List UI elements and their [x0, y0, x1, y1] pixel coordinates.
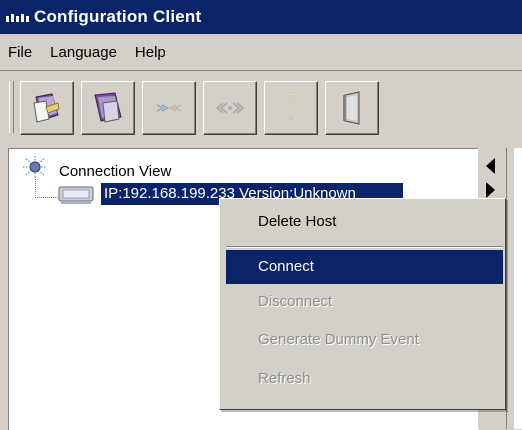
menu-separator — [226, 246, 503, 248]
disconnect-button[interactable] — [203, 81, 257, 135]
menu-help[interactable]: Help — [127, 44, 176, 61]
help-icon — [283, 92, 300, 121]
host-computer-icon — [58, 186, 94, 204]
remove-host-icon — [94, 92, 122, 123]
connect-icon — [156, 104, 182, 112]
connect-button[interactable] — [142, 81, 196, 135]
menu-file[interactable]: File — [0, 44, 42, 61]
menu-item-delete-host[interactable]: Delete Host — [226, 205, 503, 239]
menu-item-generate-dummy-event[interactable]: Generate Dummy Event — [226, 323, 503, 357]
exit-button[interactable] — [325, 81, 379, 135]
right-detail-panel — [514, 148, 522, 429]
menu-bar: File Language Help — [0, 34, 522, 71]
menu-language[interactable]: Language — [42, 44, 127, 61]
context-menu: Delete Host Connect Disconnect Generate … — [219, 198, 506, 410]
menu-item-refresh[interactable]: Refresh — [226, 362, 503, 396]
splitter-divider — [506, 148, 507, 429]
remove-host-button[interactable] — [81, 81, 135, 135]
collapse-left-arrow-icon[interactable] — [486, 158, 495, 174]
add-host-button[interactable] — [20, 81, 74, 135]
disconnect-icon — [215, 102, 245, 114]
toolbar — [0, 70, 522, 147]
title-bar[interactable]: Configuration Client — [0, 0, 522, 34]
app-icon — [6, 10, 32, 24]
menu-item-connect[interactable]: Connect — [226, 250, 503, 284]
expand-right-arrow-icon[interactable] — [486, 182, 495, 198]
toolbar-grip[interactable] — [9, 81, 14, 133]
tree-root-label: Connection View — [59, 162, 172, 180]
window-title: Configuration Client — [34, 7, 202, 26]
exit-door-icon — [343, 91, 360, 125]
menu-item-disconnect[interactable]: Disconnect — [226, 285, 503, 319]
help-button[interactable] — [264, 81, 318, 135]
add-host-icon — [33, 93, 60, 123]
